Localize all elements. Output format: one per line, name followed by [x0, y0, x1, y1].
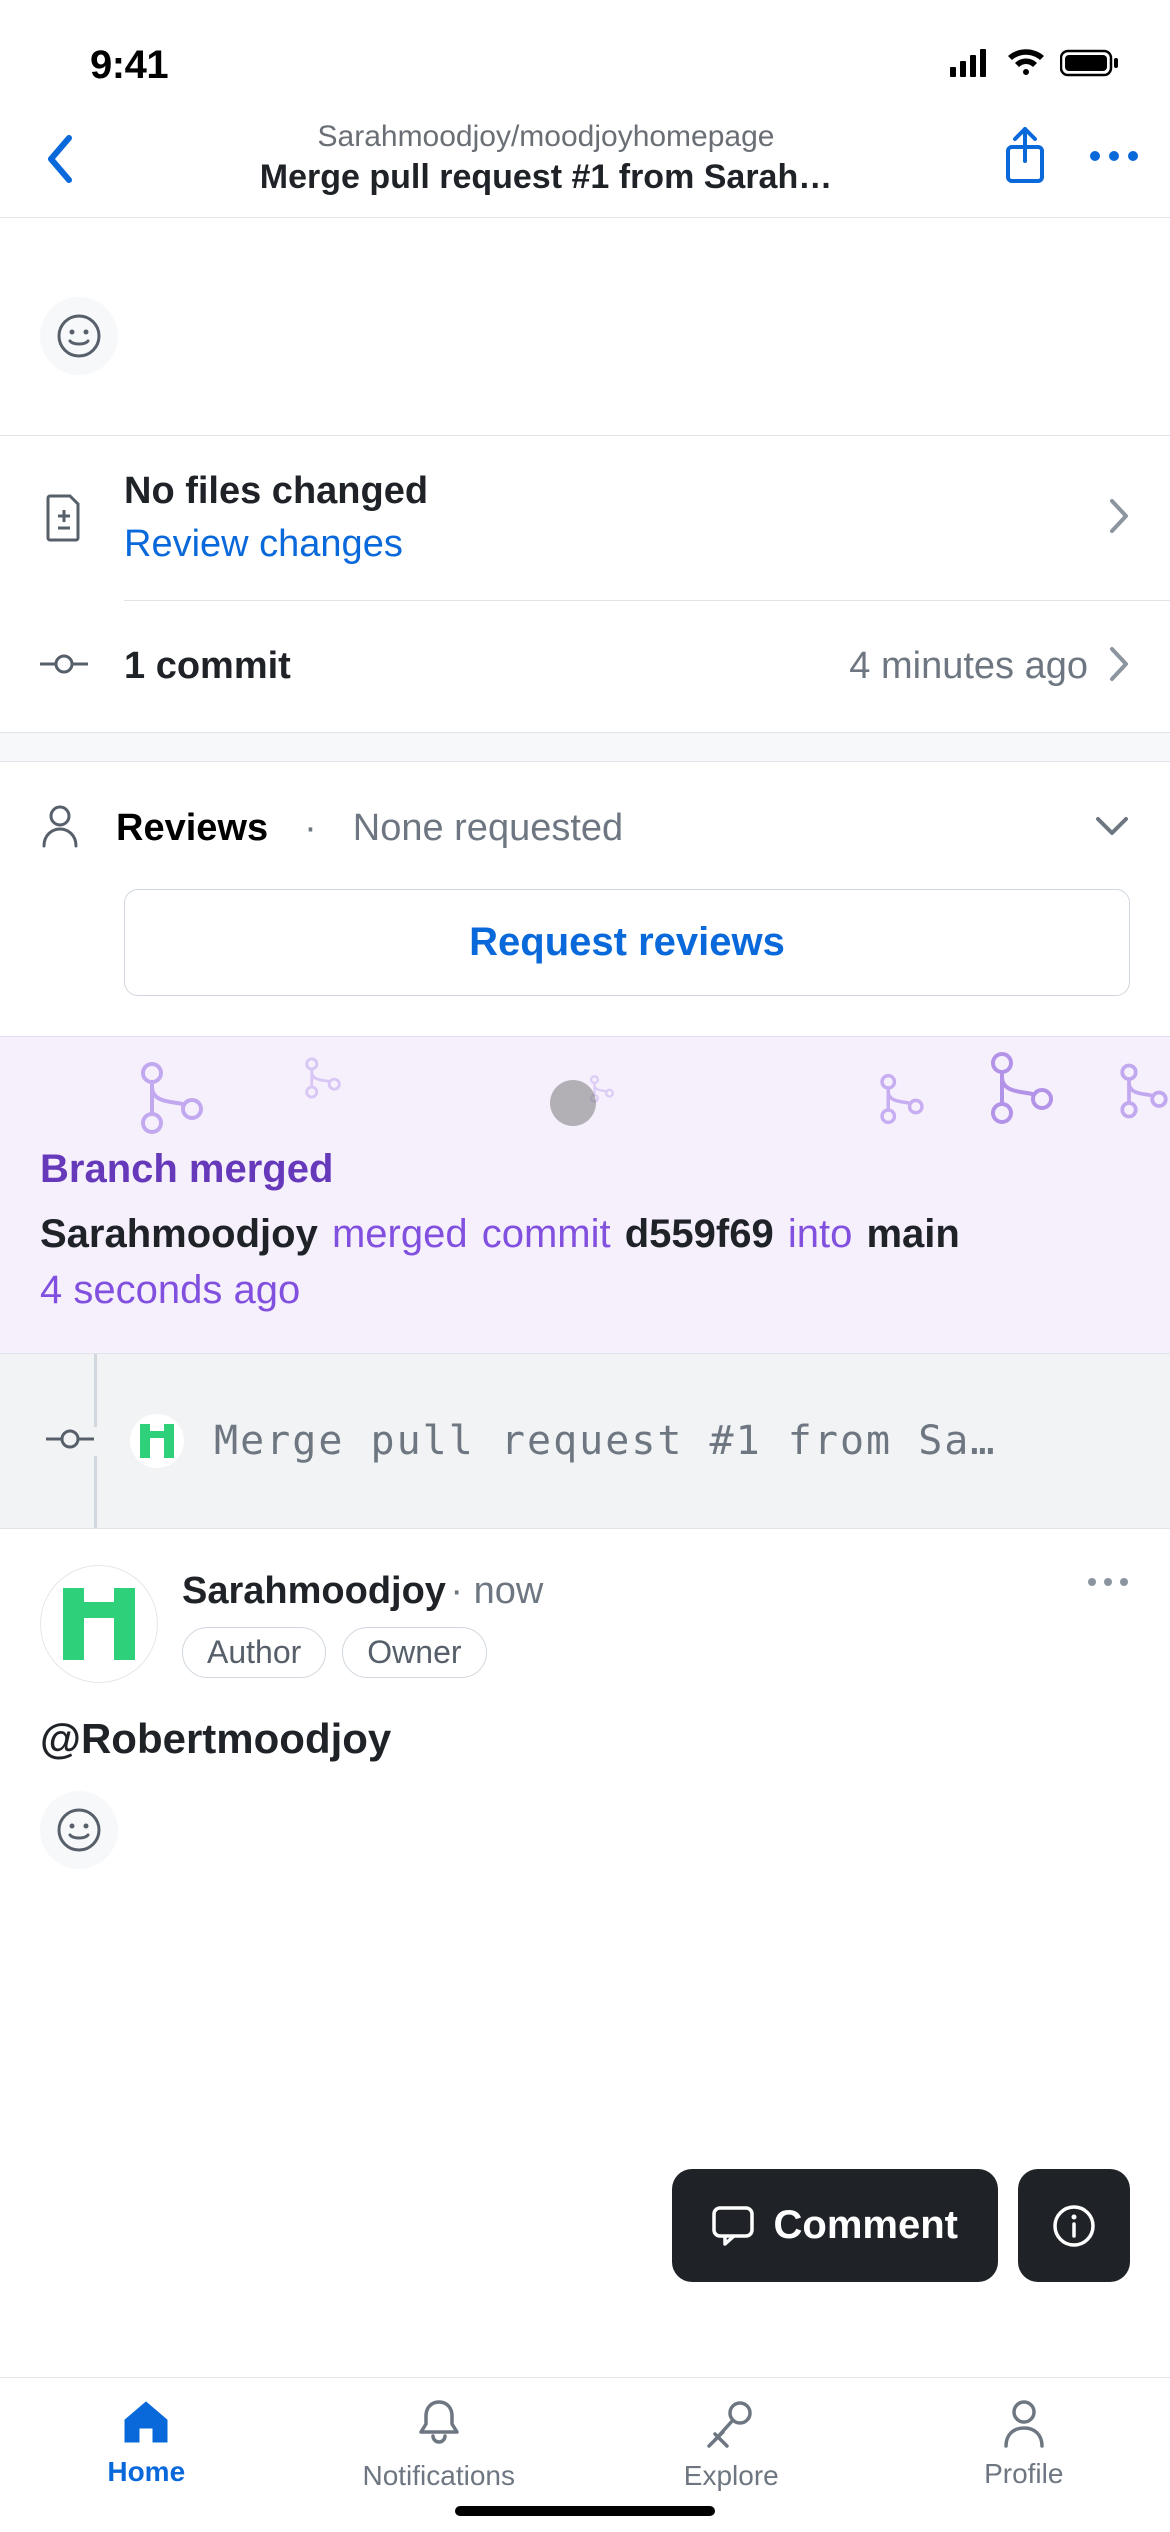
repo-path[interactable]: Sarahmoodjoy/moodjoyhomepage	[90, 120, 1002, 154]
file-diff-icon	[40, 494, 88, 542]
back-button[interactable]	[30, 134, 90, 184]
reviews-row[interactable]: Reviews · None requested	[0, 762, 1170, 873]
tab-notifications[interactable]: Notifications	[293, 2398, 586, 2492]
chevron-right-icon	[1108, 645, 1130, 688]
comment-more-button[interactable]	[1086, 1575, 1130, 1593]
chevron-down-icon	[1094, 815, 1130, 842]
comment-body: @Robertmoodjoy	[40, 1715, 1130, 1763]
page-title: Merge pull request #1 from Sarah…	[90, 158, 1002, 197]
review-changes-link[interactable]: Review changes	[124, 523, 1072, 566]
files-changed-row[interactable]: No files changed Review changes	[0, 436, 1170, 600]
touch-indicator	[550, 1080, 596, 1126]
reviews-status: None requested	[353, 807, 623, 850]
reviews-label: Reviews	[116, 807, 268, 850]
comment-time: now	[474, 1570, 544, 1612]
reaction-row	[0, 275, 1170, 436]
comment-author[interactable]: Sarahmoodjoy	[182, 1570, 446, 1612]
merge-user[interactable]: Sarahmoodjoy	[40, 1212, 318, 1256]
timeline-commit-message: Merge pull request #1 from Sa…	[214, 1418, 1130, 1464]
commit-count: 1 commit	[124, 645, 291, 688]
info-button[interactable]	[1018, 2169, 1130, 2282]
status-bar: 9:41	[0, 0, 1170, 110]
nav-header: Sarahmoodjoy/moodjoyhomepage Merge pull …	[0, 110, 1170, 218]
more-menu-button[interactable]	[1088, 149, 1140, 168]
tab-home[interactable]: Home	[0, 2398, 293, 2492]
commit-time: 4 minutes ago	[849, 645, 1088, 688]
files-changed-title: No files changed	[124, 470, 1072, 513]
share-button[interactable]	[1002, 127, 1048, 190]
merge-time: 4 seconds ago	[40, 1268, 1130, 1313]
commits-row[interactable]: 1 commit 4 minutes ago	[0, 601, 1170, 732]
commit-icon	[40, 1427, 100, 1456]
merged-heading: Branch merged	[40, 1147, 1130, 1192]
cellular-icon	[950, 49, 992, 82]
merge-commit-hash[interactable]: d559f69	[625, 1212, 774, 1256]
home-indicator	[455, 2506, 715, 2516]
comment-card: Sarahmoodjoy · now Author Owner @Robertm…	[0, 1529, 1170, 1905]
wifi-icon	[1006, 49, 1046, 82]
merge-branch[interactable]: main	[866, 1212, 959, 1256]
merged-description: Sarahmoodjoy merged commit d559f69 into …	[40, 1206, 1130, 1262]
timeline-block: Merge pull request #1 from Sa…	[0, 1353, 1170, 1529]
timeline-commit-item[interactable]: Merge pull request #1 from Sa…	[0, 1354, 1170, 1528]
comment-avatar[interactable]	[40, 1565, 158, 1683]
request-reviews-button[interactable]: Request reviews	[124, 889, 1130, 996]
add-reaction-button[interactable]	[40, 297, 118, 375]
tab-explore[interactable]: Explore	[585, 2398, 878, 2492]
commit-author-avatar	[130, 1414, 184, 1468]
status-time: 9:41	[90, 43, 168, 88]
floating-actions: Comment	[672, 2169, 1130, 2282]
battery-icon	[1060, 49, 1120, 82]
person-icon	[40, 804, 80, 853]
comment-button[interactable]: Comment	[672, 2169, 998, 2282]
author-badge: Author	[182, 1627, 326, 1678]
comment-button-label: Comment	[774, 2203, 958, 2248]
owner-badge: Owner	[342, 1627, 486, 1678]
tab-profile[interactable]: Profile	[878, 2398, 1170, 2492]
commit-icon	[40, 652, 88, 681]
chevron-right-icon	[1108, 497, 1130, 540]
add-reaction-button[interactable]	[40, 1791, 118, 1869]
